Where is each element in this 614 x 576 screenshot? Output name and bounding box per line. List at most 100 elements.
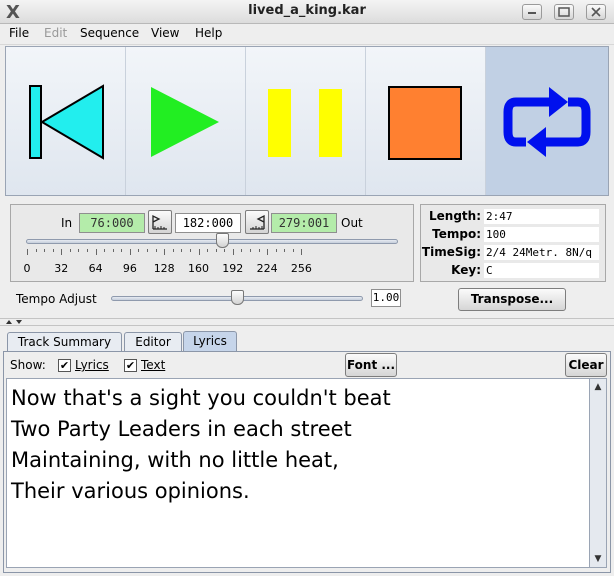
minor-tick	[275, 249, 277, 252]
stop-icon	[388, 86, 462, 160]
major-tick	[95, 249, 97, 255]
scroll-up-icon[interactable]: ▲	[590, 379, 606, 395]
scroll-down-icon[interactable]: ▼	[590, 551, 606, 567]
tick-label: 256	[290, 262, 312, 275]
tempo-label: Tempo:	[432, 227, 481, 241]
tempo-value: 100	[484, 227, 599, 242]
tick-label: 64	[88, 262, 103, 275]
set-in-point-button[interactable]	[148, 210, 172, 234]
tick-label: 32	[54, 262, 69, 275]
minor-tick	[104, 249, 106, 252]
split-pane-divider[interactable]	[0, 318, 614, 326]
minor-tick	[258, 249, 260, 252]
close-button[interactable]	[586, 4, 606, 20]
menu-edit[interactable]: Edit	[44, 26, 67, 40]
major-tick	[232, 249, 234, 255]
tick-label: 128	[153, 262, 175, 275]
collapse-arrows-icon[interactable]	[4, 318, 28, 326]
major-tick	[164, 249, 166, 255]
transpose-button[interactable]: Transpose...	[458, 288, 566, 311]
tab-editor[interactable]: Editor	[124, 332, 182, 352]
play-icon	[151, 87, 219, 157]
major-tick	[27, 249, 28, 255]
text-checkbox[interactable]: ✔	[124, 359, 137, 372]
minor-tick	[138, 249, 140, 252]
out-point-field[interactable]: 279:001	[271, 213, 337, 233]
tick-label: 192	[222, 262, 244, 275]
minor-tick	[78, 249, 80, 252]
marker-out-icon	[250, 214, 265, 230]
tempo-adjust-value[interactable]: 1.00	[371, 289, 401, 307]
pause-icon	[268, 89, 342, 157]
lyrics-text-area[interactable]: Now that's a sight you couldn't beat Two…	[6, 378, 590, 568]
lyrics-checkbox[interactable]: ✔	[58, 359, 71, 372]
minor-tick	[44, 249, 46, 252]
marker-in-icon	[152, 214, 167, 230]
lyrics-scrollbar[interactable]: ▲ ▼	[590, 378, 607, 568]
minor-tick	[224, 249, 226, 252]
minor-tick	[189, 249, 191, 252]
play-button[interactable]	[126, 47, 246, 195]
minimize-button[interactable]	[522, 4, 542, 20]
current-position-field[interactable]: 182:000	[175, 213, 241, 233]
minor-tick	[69, 249, 71, 252]
tab-track-summary[interactable]: Track Summary	[7, 332, 122, 352]
minor-tick	[172, 249, 174, 252]
tick-label: 224	[256, 262, 278, 275]
sequence-info-panel: Length: 2:47 Tempo: 100 TimeSig: 2/4 24M…	[420, 204, 606, 282]
loop-button[interactable]	[486, 47, 608, 195]
out-label: Out	[341, 216, 363, 230]
major-tick	[198, 249, 200, 255]
show-label: Show:	[10, 358, 46, 372]
position-slider-thumb[interactable]	[216, 233, 230, 248]
major-tick	[267, 249, 269, 255]
menu-view[interactable]: View	[151, 26, 179, 40]
tick-label: 160	[188, 262, 209, 275]
minor-tick	[215, 249, 217, 252]
major-tick	[301, 249, 303, 255]
text-checkbox-label[interactable]: Text	[141, 358, 165, 372]
maximize-button[interactable]	[554, 4, 574, 20]
minor-tick	[284, 249, 286, 252]
position-slider-track[interactable]	[26, 239, 398, 244]
rewind-icon	[29, 84, 104, 160]
in-point-field[interactable]: 76:000	[79, 213, 145, 233]
position-slider-scale: 0 32 64 96 128 160 192 224 256	[11, 249, 415, 279]
menu-file[interactable]: File	[9, 26, 29, 40]
minor-tick	[249, 249, 251, 252]
position-panel: In 76:000 182:000 279:001 Out 0 32 64 96 128…	[10, 204, 414, 282]
minor-tick	[155, 249, 157, 252]
length-value: 2:47	[484, 209, 599, 224]
minor-tick	[147, 249, 149, 252]
title-bar[interactable]: X lived_a_king.kar	[0, 0, 614, 24]
menu-bar: File Edit Sequence View Help	[0, 24, 614, 45]
minor-tick	[87, 249, 89, 252]
rewind-button[interactable]	[6, 47, 126, 195]
major-tick	[61, 249, 63, 255]
minor-tick	[241, 249, 243, 252]
loop-icon	[503, 87, 591, 157]
tempo-adjust-label: Tempo Adjust	[16, 292, 97, 306]
tempo-slider-thumb[interactable]	[231, 290, 244, 305]
timesig-value: 2/4 24Metr. 8N/q	[484, 245, 599, 260]
lyrics-line: Two Party Leaders in each street	[11, 417, 352, 441]
tab-lyrics[interactable]: Lyrics	[183, 331, 237, 352]
font-button[interactable]: Font ...	[345, 353, 397, 377]
minor-tick	[35, 249, 37, 252]
stop-button[interactable]	[366, 47, 486, 195]
minor-tick	[292, 249, 294, 252]
menu-sequence[interactable]: Sequence	[80, 26, 139, 40]
menu-help[interactable]: Help	[195, 26, 222, 40]
lyrics-checkbox-label[interactable]: Lyrics	[75, 358, 109, 372]
tick-label: 0	[23, 262, 31, 275]
timesig-label: TimeSig:	[421, 245, 481, 259]
key-label: Key:	[451, 263, 481, 277]
set-out-point-button[interactable]	[245, 210, 269, 234]
major-tick	[129, 249, 131, 255]
transport-bar	[5, 46, 609, 196]
clear-button[interactable]: Clear	[565, 353, 607, 377]
pause-button[interactable]	[246, 47, 366, 195]
lyrics-line: Their various opinions.	[11, 479, 250, 503]
tick-label: 96	[122, 262, 137, 275]
minor-tick	[121, 249, 123, 252]
